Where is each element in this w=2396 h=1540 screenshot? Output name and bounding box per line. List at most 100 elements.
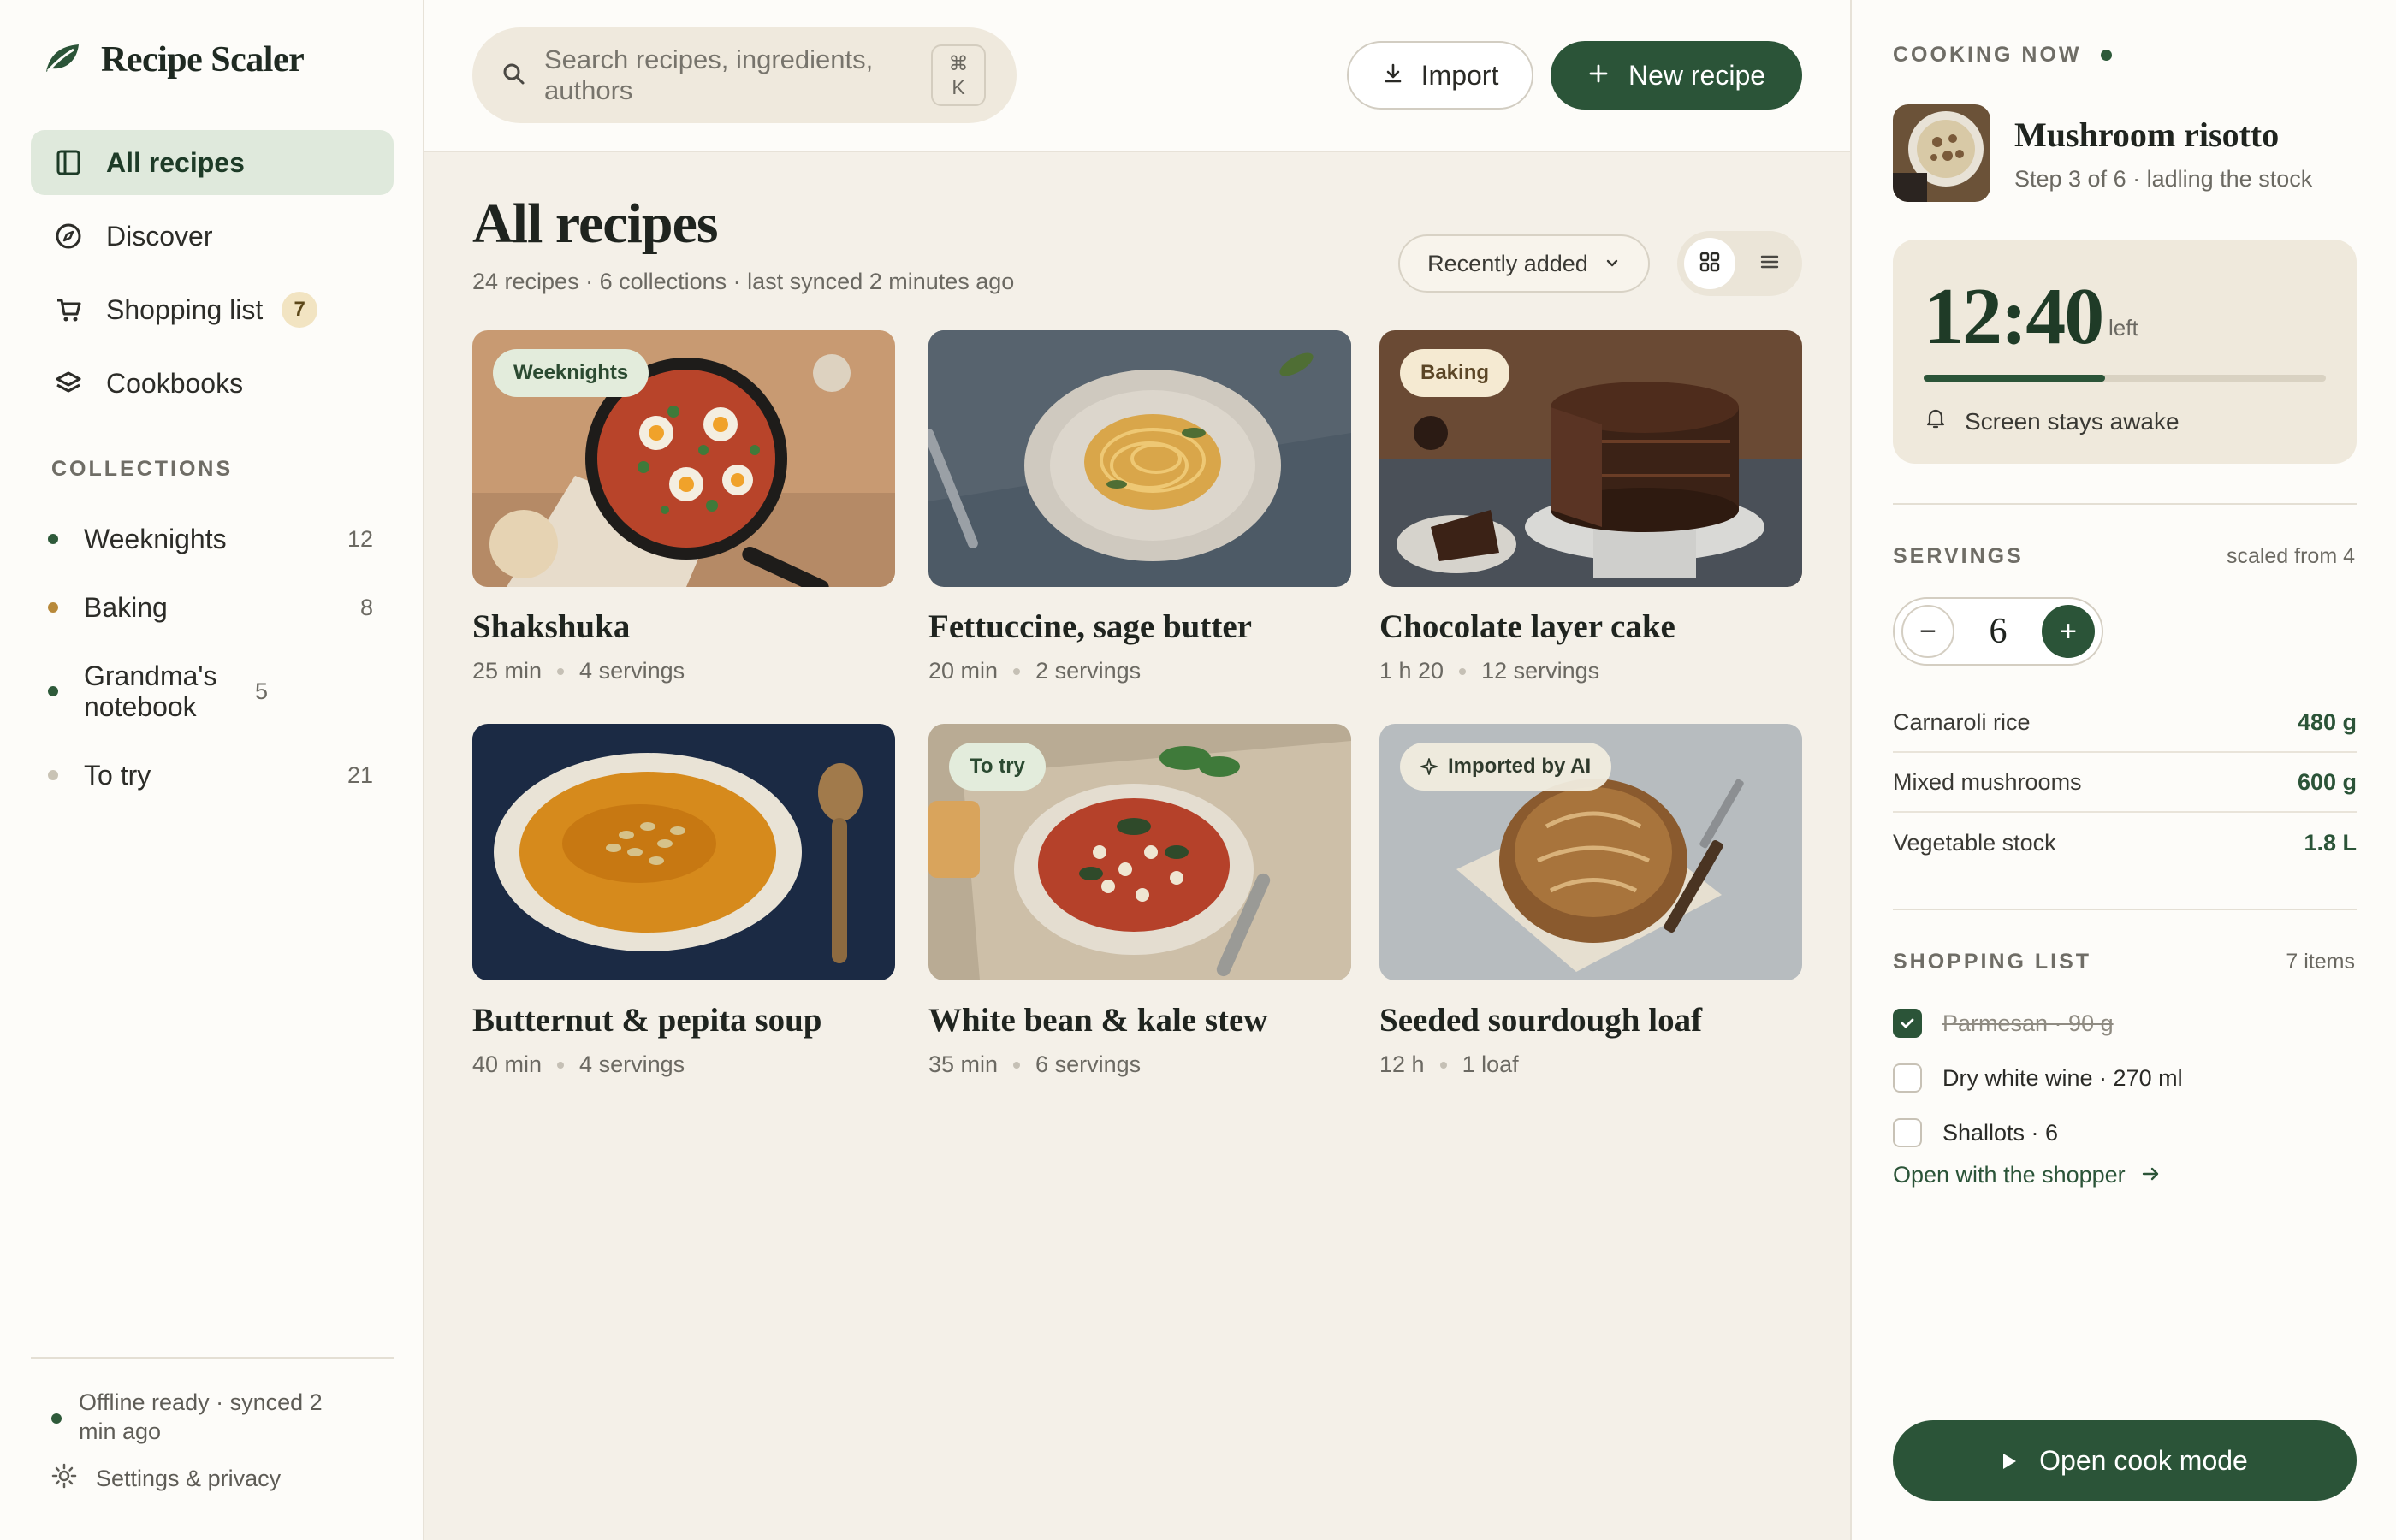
recipe-yield: 4 servings [579, 658, 685, 684]
shopping-list-count: 7 items [2286, 950, 2355, 974]
recipe-card-sourdough[interactable]: Imported by AI Seeded sourdough loaf 12 … [1379, 724, 1802, 1078]
collection-grandmas-notebook[interactable]: Grandma's notebook 5 [48, 642, 373, 741]
collections-list: Weeknights 12 Baking 8 Grandma's noteboo… [48, 505, 373, 809]
recipe-card-butternut-soup[interactable]: Butternut & pepita soup 40 min 4 serving… [472, 724, 895, 1078]
shopping-item-text: Parmesan · 90 g [1942, 1010, 2114, 1036]
recipe-title: Shakshuka [472, 608, 631, 645]
recipe-tag-label: Imported by AI [1448, 755, 1592, 778]
nav-item-all-recipes[interactable]: All recipes [31, 130, 394, 195]
collection-name: Baking [84, 592, 168, 623]
sync-status-text: Offline ready · synced 2 min ago [79, 1389, 323, 1444]
collection-name: To try [84, 760, 151, 791]
grid-icon [1699, 251, 1721, 277]
screen-awake-status: Screen stays awake [1925, 407, 2180, 435]
recipe-tag-ai: Imported by AI [1400, 743, 1612, 791]
separator-dot [1459, 667, 1467, 675]
new-recipe-label: New recipe [1628, 59, 1766, 91]
ingredient-name: Vegetable stock [1893, 829, 2056, 856]
cooking-panel: COOKING NOW Mushroom risotto Step 3 of 6… [1850, 0, 2396, 1540]
recipe-tag: Baking [1400, 349, 1510, 397]
recipe-tag: To try [949, 743, 1046, 791]
recipe-card-shakshuka[interactable]: Weeknights Shakshuka 25 min 4 servings [472, 330, 895, 684]
shopping-item-text: Shallots · 6 [1942, 1119, 2059, 1146]
topbar: Search recipes, ingredients, authors ⌘ K… [424, 0, 1850, 152]
collection-weeknights[interactable]: Weeknights 12 [48, 505, 373, 573]
nav-label: Cookbooks [106, 367, 244, 399]
shopping-item[interactable]: Dry white wine · 270 ml [1893, 1051, 2357, 1105]
nav-item-discover[interactable]: Discover [31, 204, 394, 269]
scaled-ingredients-list: Carnaroli rice 480 g Mixed mushrooms 600… [1893, 693, 2357, 873]
shopping-item-checkbox[interactable] [1893, 1118, 1922, 1147]
brand[interactable]: Recipe Scaler [44, 39, 305, 80]
bell-icon [1925, 407, 1946, 435]
layers-icon [55, 370, 82, 397]
recipe-card-fettuccine[interactable]: Fettuccine, sage butter 20 min 2 serving… [928, 330, 1351, 684]
timer-progress-fill [1924, 375, 2105, 382]
shopping-item-checkbox[interactable] [1893, 1063, 1922, 1093]
sort-dropdown[interactable]: Recently added [1398, 234, 1650, 293]
collection-color-dot [48, 534, 58, 544]
book-icon [55, 149, 82, 176]
panel-divider [1893, 503, 2357, 505]
recipe-meta: 20 min 2 servings [928, 658, 1351, 684]
settings-link[interactable]: Settings & privacy [51, 1463, 281, 1495]
list-view-button[interactable] [1744, 238, 1795, 289]
collection-baking[interactable]: Baking 8 [48, 573, 373, 642]
live-indicator-dot [2100, 50, 2112, 61]
recipe-meta: 12 h 1 loaf [1379, 1051, 1802, 1078]
import-button[interactable]: Import [1347, 41, 1533, 110]
view-toggle [1677, 231, 1802, 296]
collection-count: 5 [255, 678, 269, 704]
grid-view-button[interactable] [1684, 238, 1735, 289]
nav-label: All recipes [106, 146, 245, 178]
servings-heading: SERVINGS [1893, 544, 2024, 568]
recipe-time: 12 h [1379, 1051, 1425, 1077]
recipe-card-chocolate-cake[interactable]: Baking Chocolate layer cake 1 h 20 12 se… [1379, 330, 1802, 684]
recipe-title: Fettuccine, sage butter [928, 608, 1252, 645]
separator-dot [1013, 667, 1021, 675]
screen-awake-label: Screen stays awake [1965, 407, 2180, 435]
ingredient-row: Carnaroli rice 480 g [1893, 693, 2357, 753]
download-icon [1382, 60, 1404, 92]
recipe-yield: 12 servings [1481, 658, 1600, 684]
ingredient-row: Vegetable stock 1.8 L [1893, 813, 2357, 873]
timer-value: 12:40 [1924, 272, 2104, 361]
sort-label: Recently added [1427, 250, 1588, 276]
nav-label: Shopping list [106, 293, 264, 325]
nav-item-cookbooks[interactable]: Cookbooks [31, 351, 394, 416]
recipe-time: 35 min [928, 1051, 999, 1077]
recipe-card-white-bean-stew[interactable]: To try White bean & kale stew 35 min 6 s… [928, 724, 1351, 1078]
decrease-servings-button[interactable]: − [1901, 605, 1954, 658]
shopping-item-checkbox[interactable] [1893, 1009, 1922, 1038]
collection-color-dot [48, 686, 58, 696]
command-key: ⌘ [948, 52, 969, 74]
shopping-item[interactable]: Parmesan · 90 g [1893, 996, 2357, 1051]
chevron-down-icon [1604, 251, 1621, 277]
recipe-yield: 4 servings [579, 1051, 685, 1077]
collection-to-try[interactable]: To try 21 [48, 741, 373, 809]
separator-dot [557, 1061, 565, 1069]
recipe-title: White bean & kale stew [928, 1002, 1268, 1039]
new-recipe-button[interactable]: New recipe [1551, 41, 1802, 110]
sidebar-divider [31, 1357, 394, 1359]
open-cook-mode-button[interactable]: Open cook mode [1893, 1420, 2357, 1501]
servings-stepper: − 6 + [1893, 597, 2103, 666]
plus-icon [1587, 60, 1610, 92]
now-cooking-title: Mushroom risotto [2014, 116, 2280, 154]
play-icon [2002, 1445, 2017, 1477]
increase-servings-button[interactable]: + [2042, 605, 2095, 658]
recipe-photo: Baking [1379, 330, 1802, 587]
nav-item-shopping-list[interactable]: Shopping list 7 [31, 277, 394, 342]
shopping-item[interactable]: Shallots · 6 [1893, 1105, 2357, 1160]
recipe-time: 40 min [472, 1051, 543, 1077]
recipe-time: 20 min [928, 658, 999, 684]
main-content: Search recipes, ingredients, authors ⌘ K… [424, 0, 1850, 1540]
app-title: Recipe Scaler [101, 40, 305, 80]
search-input[interactable]: Search recipes, ingredients, authors ⌘ K [472, 27, 1017, 123]
recipe-meta: 40 min 4 servings [472, 1051, 895, 1078]
collection-color-dot [48, 602, 58, 613]
open-shopper-link[interactable]: Open with the shopper [1893, 1162, 2162, 1188]
shopping-list: Parmesan · 90 g Dry white wine · 270 ml … [1893, 996, 2357, 1160]
separator-dot [1439, 1061, 1447, 1069]
now-cooking-thumbnail[interactable] [1893, 104, 1990, 202]
